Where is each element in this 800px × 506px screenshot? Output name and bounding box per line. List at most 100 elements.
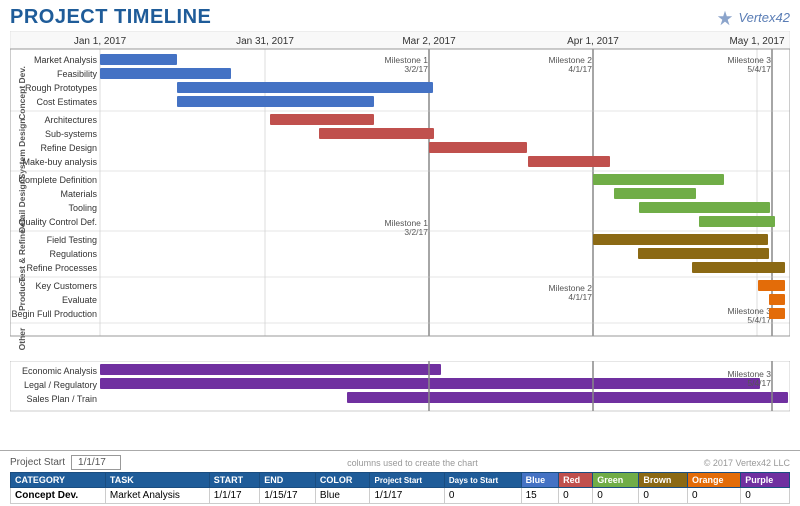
- table-row: Concept Dev. Market Analysis 1/1/17 1/15…: [11, 488, 790, 504]
- col-header-color: COLOR: [315, 473, 370, 488]
- other-section: Economic Analysis Legal / Regulatory Sal…: [10, 361, 790, 426]
- task-label-1: Market Analysis: [34, 55, 98, 65]
- bottom-section: Project Start 1/1/17 columns used to cre…: [0, 450, 800, 506]
- page-title: PROJECT TIMELINE: [10, 6, 211, 29]
- milestone-label-3d: 5/4/17: [747, 315, 771, 325]
- date-label-5: May 1, 2017: [729, 36, 784, 47]
- milestone-label-2b: 4/1/17: [568, 64, 592, 74]
- task-label-2: Feasibility: [57, 69, 98, 79]
- task-label-10: Materials: [60, 189, 97, 199]
- col-header-green: Green: [593, 473, 639, 488]
- task-label-3: Rough Prototypes: [25, 83, 98, 93]
- bar-begin-full: [769, 308, 785, 319]
- cell-proj-start: 1/1/17: [370, 488, 444, 504]
- bar-cost-estimates: [177, 96, 374, 107]
- project-start-box[interactable]: 1/1/17: [71, 455, 121, 470]
- bar-subsystems: [319, 128, 434, 139]
- task-label-9: Complete Definition: [18, 175, 97, 185]
- date-label-3: Mar 2, 2017: [402, 36, 456, 47]
- bar-regulations: [638, 248, 769, 259]
- date-label-1: Jan 1, 2017: [74, 36, 127, 47]
- cat-label-produce: Produce: [17, 277, 27, 311]
- cell-orange: 0: [687, 488, 740, 504]
- col-header-task: TASK: [105, 473, 209, 488]
- bar-refine-processes: [692, 262, 785, 273]
- milestone-label-3f: 5/4/17: [747, 378, 771, 388]
- cat-label-other: Other: [17, 327, 27, 350]
- gantt-chart: Jan 1, 2017 Jan 31, 2017 Mar 2, 2017 Apr…: [10, 31, 790, 361]
- col-header-proj-start: Project Start: [370, 473, 444, 488]
- bar-field-testing: [593, 234, 768, 245]
- logo-text: Vertex42: [738, 10, 790, 25]
- task-label-16: Key Customers: [35, 281, 97, 291]
- bar-materials: [614, 188, 696, 199]
- cell-blue: 15: [521, 488, 558, 504]
- logo-icon: [716, 9, 734, 27]
- cell-brown: 0: [639, 488, 688, 504]
- task-label-5: Architectures: [44, 115, 97, 125]
- col-header-orange: Orange: [687, 473, 740, 488]
- task-label-14: Regulations: [49, 249, 97, 259]
- task-label-17: Evaluate: [62, 295, 97, 305]
- col-header-red: Red: [559, 473, 593, 488]
- columns-note: columns used to create the chart: [347, 458, 478, 468]
- cell-purple: 0: [741, 488, 790, 504]
- header: PROJECT TIMELINE Vertex42: [0, 0, 800, 31]
- project-start-left: Project Start 1/1/17: [10, 455, 121, 470]
- task-label-20: Legal / Regulatory: [24, 380, 98, 390]
- task-label-12: Quality Control Def.: [18, 217, 97, 227]
- col-header-start: START: [209, 473, 259, 488]
- col-header-brown: Brown: [639, 473, 688, 488]
- cell-red: 0: [559, 488, 593, 504]
- bar-tooling: [639, 202, 770, 213]
- bar-sales: [347, 392, 788, 403]
- bar-feasibility: [100, 68, 231, 79]
- cell-green: 0: [593, 488, 639, 504]
- bar-market-analysis: [100, 54, 177, 65]
- date-label-2: Jan 31, 2017: [236, 36, 294, 47]
- task-label-19: Economic Analysis: [22, 366, 98, 376]
- bar-architectures: [270, 114, 374, 125]
- bar-qc: [699, 216, 775, 227]
- col-header-purple: Purple: [741, 473, 790, 488]
- cat-label-concept: Concept Dev.: [17, 66, 27, 120]
- data-table: CATEGORY TASK START END COLOR Project St…: [10, 472, 790, 504]
- bar-rough-prototypes: [177, 82, 433, 93]
- bar-economic: [100, 364, 441, 375]
- date-label-4: Apr 1, 2017: [567, 36, 619, 47]
- cell-category: Concept Dev.: [11, 488, 106, 504]
- bar-complete-def: [593, 174, 724, 185]
- project-start-row: Project Start 1/1/17 columns used to cre…: [10, 453, 790, 472]
- cell-end: 1/15/17: [260, 488, 316, 504]
- cell-task: Market Analysis: [105, 488, 209, 504]
- bar-evaluate: [769, 294, 785, 305]
- task-label-13: Field Testing: [47, 235, 97, 245]
- cat-label-system: System Design: [17, 119, 27, 180]
- task-label-4: Cost Estimates: [36, 97, 97, 107]
- chart-container: Jan 1, 2017 Jan 31, 2017 Mar 2, 2017 Apr…: [0, 31, 800, 450]
- cell-color: Blue: [315, 488, 370, 504]
- bar-legal: [100, 378, 760, 389]
- other-chart: Economic Analysis Legal / Regulatory Sal…: [10, 361, 790, 426]
- bar-key-customers: [758, 280, 785, 291]
- bar-makebuy: [528, 156, 610, 167]
- cell-start: 1/1/17: [209, 488, 259, 504]
- page: PROJECT TIMELINE Vertex42 Jan 1, 2017 Ja…: [0, 0, 800, 506]
- project-start-label: Project Start: [10, 457, 65, 468]
- task-label-21: Sales Plan / Train: [26, 394, 97, 404]
- cat-label-test: Test & Refine: [17, 229, 27, 283]
- col-header-blue: Blue: [521, 473, 558, 488]
- task-label-15: Refine Processes: [26, 263, 97, 273]
- col-header-end: END: [260, 473, 316, 488]
- task-label-8: Make-buy analysis: [22, 157, 97, 167]
- col-header-days: Days to Start: [444, 473, 521, 488]
- col-header-category: CATEGORY: [11, 473, 106, 488]
- task-label-11: Tooling: [68, 203, 97, 213]
- milestone-label-2d: 4/1/17: [568, 292, 592, 302]
- copyright-text: © 2017 Vertex42 LLC: [704, 458, 790, 468]
- task-label-18: Begin Full Production: [11, 309, 97, 319]
- logo: Vertex42: [716, 9, 790, 27]
- task-label-6: Sub-systems: [45, 129, 98, 139]
- milestone-label-3b: 5/4/17: [747, 64, 771, 74]
- cell-days: 0: [444, 488, 521, 504]
